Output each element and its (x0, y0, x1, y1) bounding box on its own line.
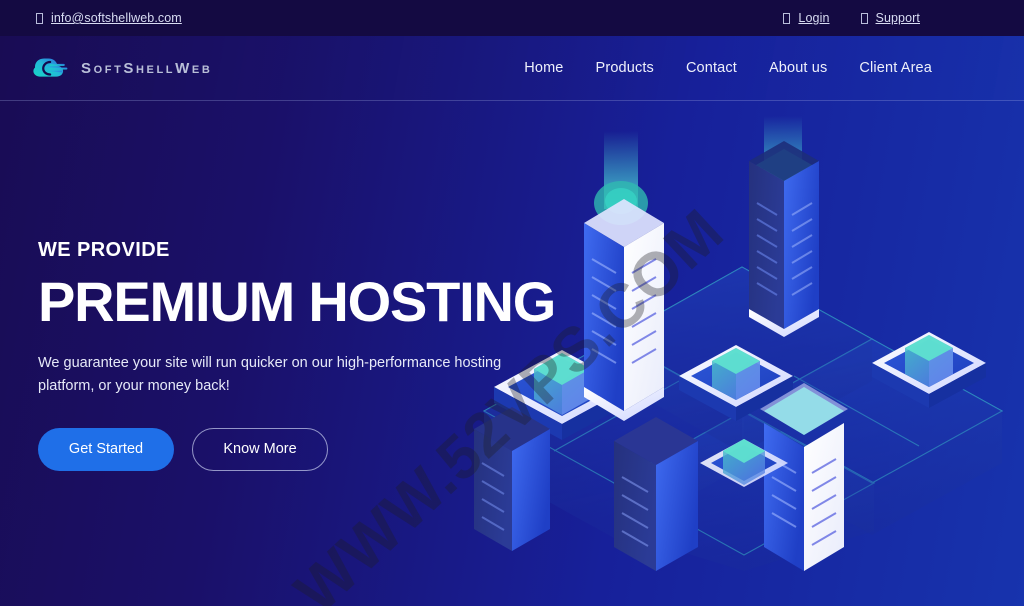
hero-headline: PREMIUM HOSTING (38, 270, 556, 333)
site-header: SoftShellWeb Home Products Contact About… (0, 36, 1024, 101)
topbar-contact-group: info@softshellweb.com (36, 11, 182, 25)
server-tower-front-left (584, 131, 664, 421)
hero-cta-row: Get Started Know More (38, 427, 558, 471)
nav-item-contact[interactable]: Contact (686, 60, 737, 76)
topbar-support-label: Support (875, 11, 920, 25)
topbar-email-link[interactable]: info@softshellweb.com (36, 11, 182, 25)
topbar-email-label: info@softshellweb.com (51, 11, 182, 25)
main-navigation: Home Products Contact About us Client Ar… (524, 60, 932, 76)
nav-item-home[interactable]: Home (524, 60, 563, 76)
topbar-login-link[interactable]: Login (783, 11, 829, 25)
envelope-icon (36, 12, 43, 24)
nav-item-client-area[interactable]: Client Area (859, 60, 932, 76)
hero-section: WWW.52VPS.COM WE PROVIDE PREMIUM HOSTING… (0, 101, 1024, 606)
server-tower-bottom-right (760, 383, 848, 571)
topbar-login-label: Login (798, 11, 830, 25)
headset-icon (860, 12, 868, 24)
server-tower-bottom-mid (614, 417, 698, 571)
user-icon (783, 12, 791, 24)
get-started-button[interactable]: Get Started (38, 427, 174, 471)
brand-name: SoftShellWeb (81, 59, 213, 77)
topbar-links-group: Login Support (783, 11, 920, 25)
cloud-shell-logo-icon (33, 58, 68, 77)
hero-subcopy: We guarantee your site will run quicker … (38, 355, 502, 395)
topbar-support-link[interactable]: Support (860, 11, 920, 25)
top-utility-bar: info@softshellweb.com Login Support (0, 0, 1024, 36)
know-more-button[interactable]: Know More (192, 427, 328, 471)
nav-item-products[interactable]: Products (596, 60, 654, 76)
server-tower-back-right (749, 116, 819, 337)
nav-item-about-us[interactable]: About us (769, 60, 827, 76)
brand-logo-link[interactable]: SoftShellWeb (32, 55, 212, 81)
hero-copy-block: WE PROVIDE PREMIUM HOSTING We guarantee … (38, 239, 558, 471)
hosting-landing-page: info@softshellweb.com Login Support Soft… (0, 0, 1024, 606)
hero-eyebrow: WE PROVIDE (38, 239, 170, 261)
